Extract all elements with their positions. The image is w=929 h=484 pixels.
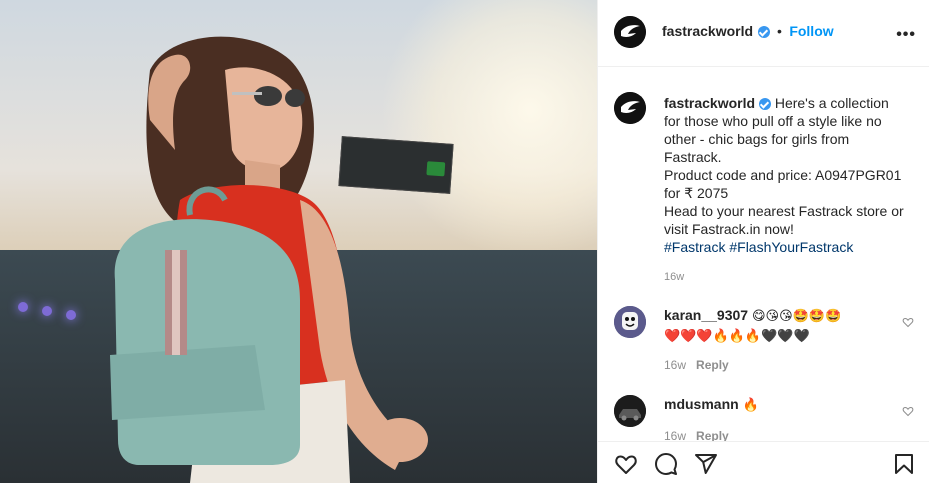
comment-timestamp[interactable]: 16w [664, 358, 686, 372]
post-image[interactable] [0, 0, 597, 483]
reply-button[interactable]: Reply [696, 429, 729, 441]
comment-text: ❤️❤️❤️🔥🔥🔥🖤🖤🖤 [664, 329, 810, 344]
post-caption: fastrackworld Here's a collection for th… [664, 94, 914, 286]
marshmello-avatar-icon [614, 306, 646, 338]
caption-line: for ₹ 2075 [664, 185, 729, 201]
comment-body: mdusmann 🔥 16w Reply [664, 395, 884, 441]
comment-item: karan__9307 😋😘😘🤩🤩🤩 ❤️❤️❤️🔥🔥🔥🖤🖤🖤 16w Repl… [614, 306, 914, 376]
hashtag-link[interactable]: #FlashYourFastrack [729, 239, 853, 255]
verified-badge-icon [757, 25, 770, 38]
bookmark-icon[interactable] [892, 452, 916, 476]
post-details-panel: fastrackworld • Follow ••• fastrackworld… [597, 0, 929, 483]
comment-icon[interactable] [654, 452, 678, 476]
like-comment-icon[interactable] [902, 405, 914, 417]
reply-button[interactable]: Reply [696, 358, 729, 372]
heart-icon[interactable] [614, 452, 638, 476]
caption-timestamp[interactable]: 16w [664, 268, 914, 286]
post-header: fastrackworld • Follow ••• [598, 0, 929, 67]
caption-line: for those who pull off a style like no [664, 113, 882, 129]
fastrack-logo-icon [614, 92, 646, 124]
more-options-icon[interactable]: ••• [896, 26, 916, 44]
comment-text: 🔥 [742, 398, 759, 413]
caption-line: other - chic bags for girls from [664, 131, 850, 147]
verified-badge-icon [758, 98, 771, 111]
caption-line: Product code and price: A0947PGR01 [664, 167, 902, 183]
commenter-username[interactable]: mdusmann [664, 396, 739, 412]
commenter-avatar[interactable] [614, 395, 646, 427]
header-username[interactable]: fastrackworld [662, 23, 753, 39]
post-action-bar [598, 441, 929, 484]
model-with-backpack [110, 36, 428, 483]
car-avatar-icon [614, 395, 646, 427]
caption-username[interactable]: fastrackworld [664, 95, 755, 111]
caption-avatar[interactable] [614, 92, 646, 124]
caption-line: Here's a collection [774, 95, 889, 111]
commenter-username[interactable]: karan__9307 [664, 307, 748, 323]
follow-button[interactable]: Follow [789, 23, 833, 39]
comment-text: 😋😘😘🤩🤩🤩 [751, 309, 842, 324]
share-icon[interactable] [694, 452, 718, 476]
comment-body: karan__9307 😋😘😘🤩🤩🤩 ❤️❤️❤️🔥🔥🔥🖤🖤🖤 16w Repl… [664, 306, 884, 374]
fastrack-logo-icon [614, 16, 646, 48]
caption-line: visit Fastrack.in now! [664, 221, 794, 237]
hashtag-link[interactable]: #Fastrack [664, 239, 725, 255]
separator-dot: • [776, 23, 782, 39]
comment-timestamp[interactable]: 16w [664, 429, 686, 441]
caption-line: Head to your nearest Fastrack store or [664, 203, 904, 219]
like-comment-icon[interactable] [902, 316, 914, 328]
comment-item: mdusmann 🔥 16w Reply [614, 395, 914, 441]
caption-line: Fastrack. [664, 149, 722, 165]
commenter-avatar[interactable] [614, 306, 646, 338]
account-avatar[interactable] [614, 16, 646, 48]
